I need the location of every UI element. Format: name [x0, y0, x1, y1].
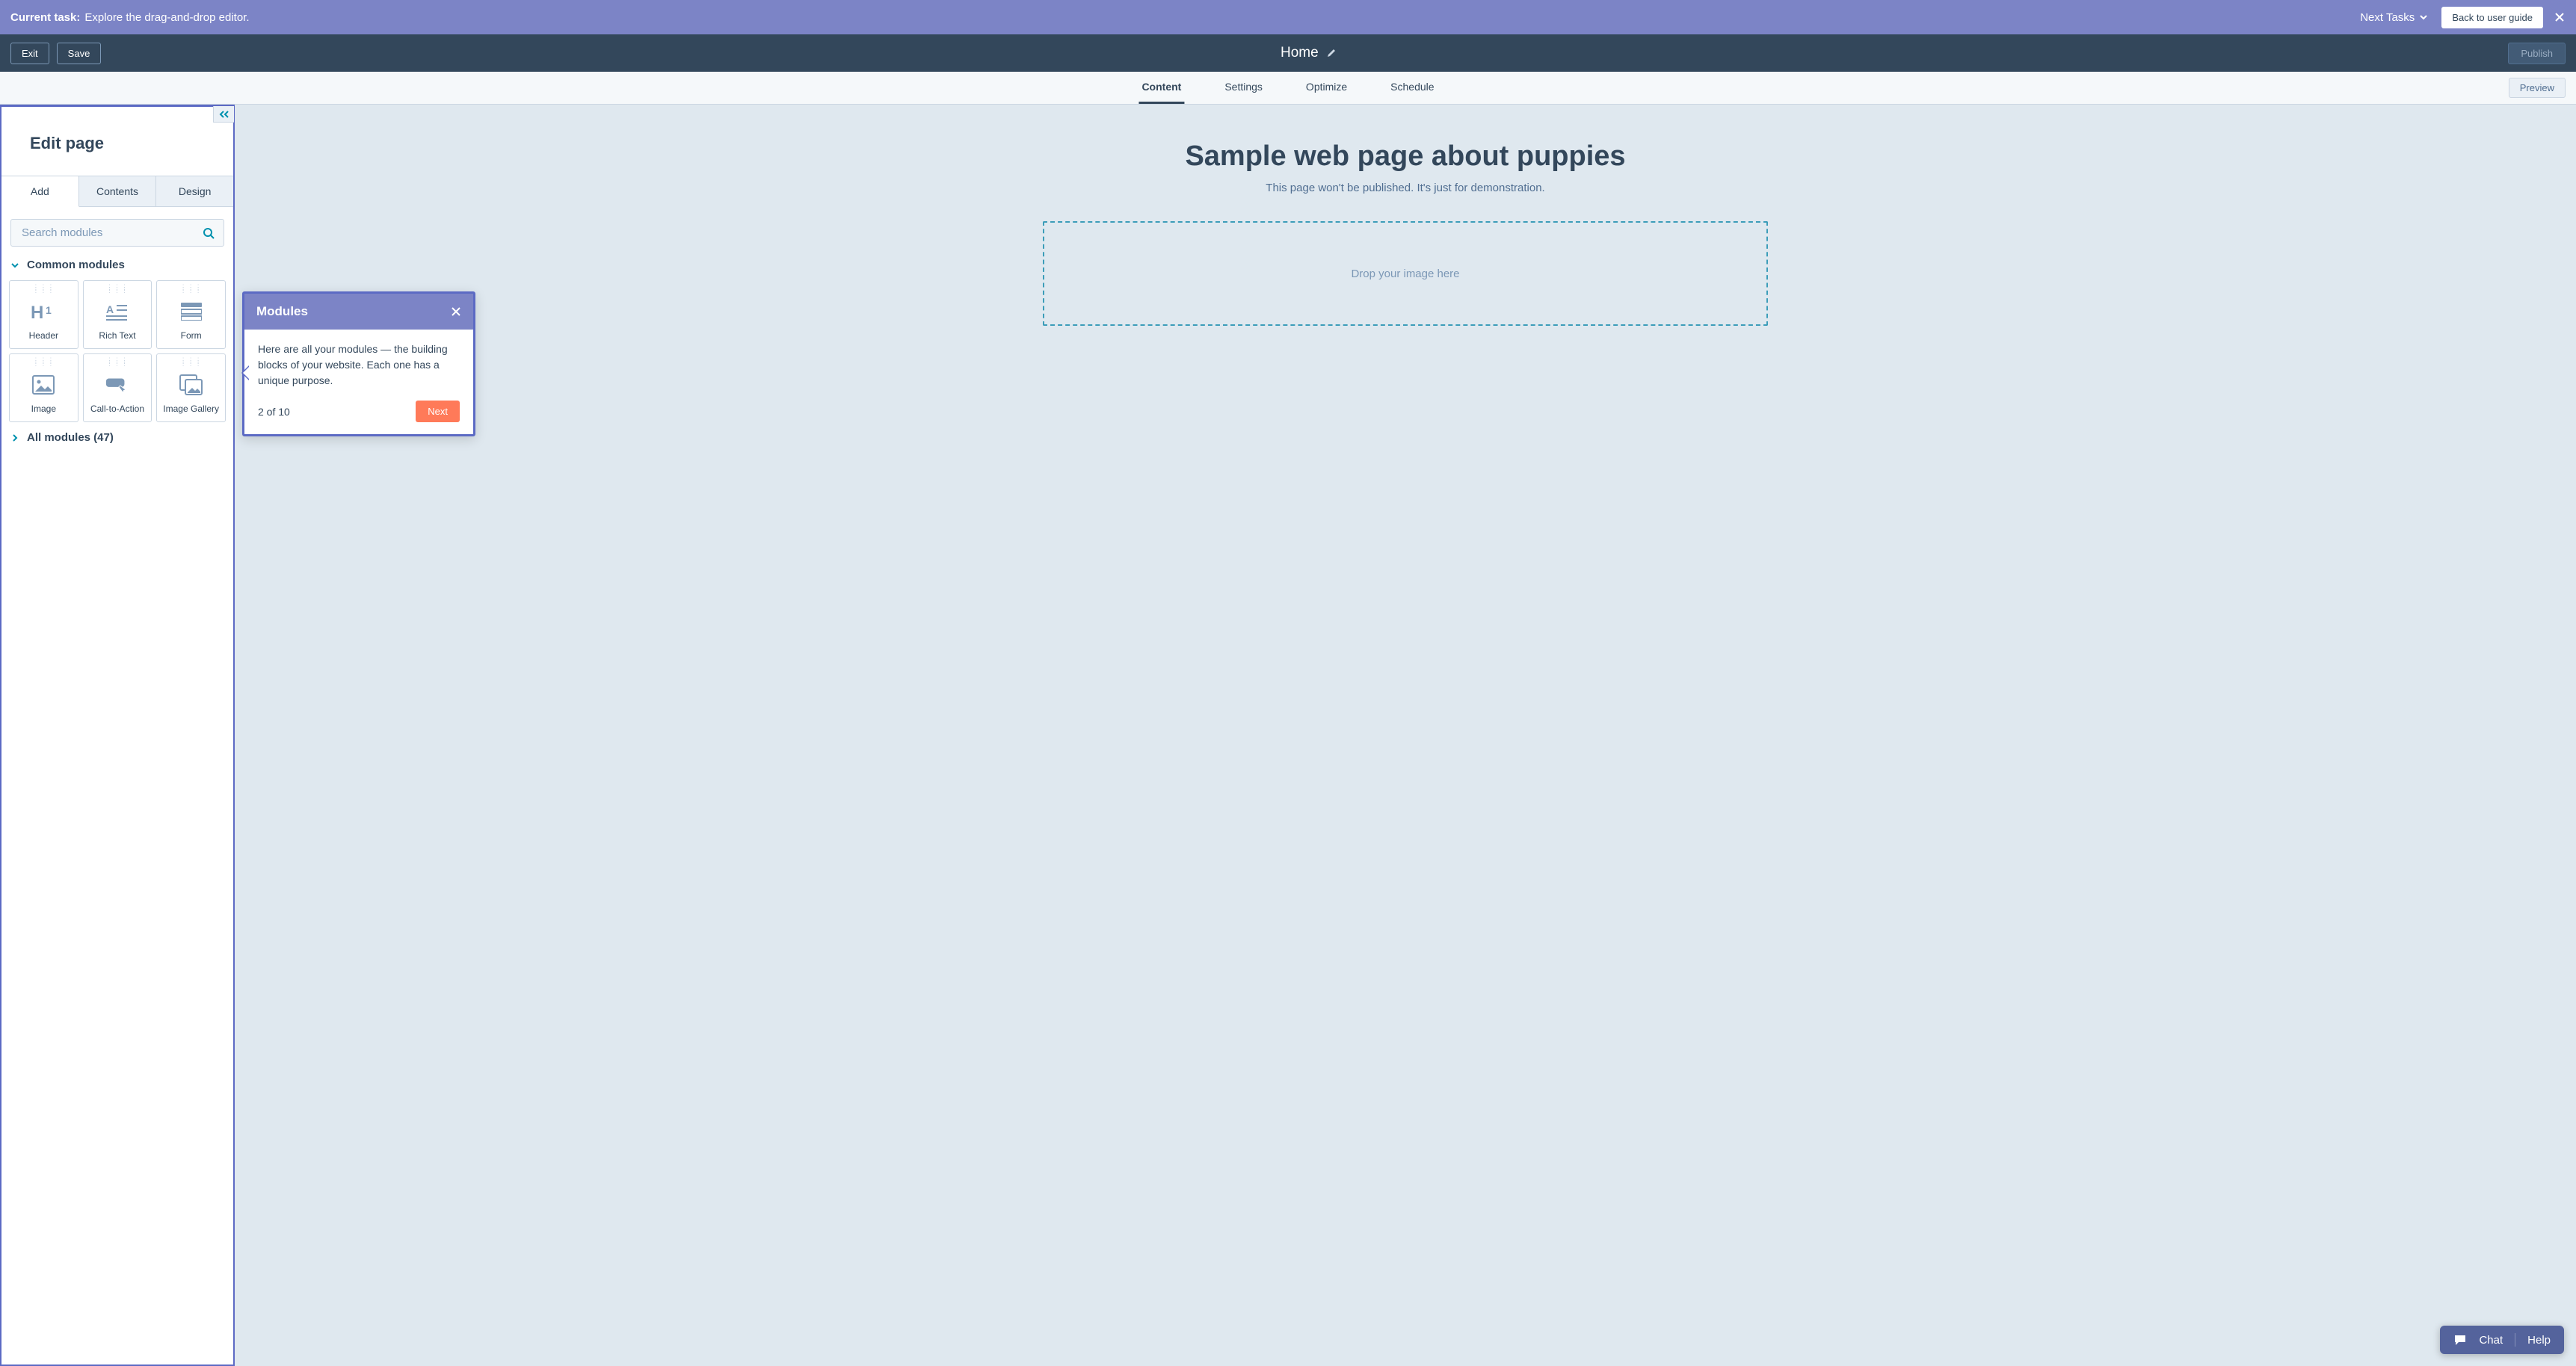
module-form[interactable]: ⋮⋮⋮⋮⋮⋮ Form: [156, 280, 226, 349]
cta-icon: [105, 372, 130, 398]
gallery-icon: [179, 372, 204, 398]
sidebar: Edit page Add Contents Design Common mod…: [0, 105, 235, 1366]
preview-button[interactable]: Preview: [2509, 78, 2566, 98]
chevron-down-icon: [2419, 13, 2428, 22]
page-title-wrap: Home: [1281, 45, 1337, 61]
module-label: Image: [31, 404, 56, 414]
publish-button[interactable]: Publish: [2508, 43, 2566, 64]
dropzone-label: Drop your image here: [1351, 268, 1459, 280]
chat-label: Chat: [2479, 1334, 2503, 1347]
common-modules-label: Common modules: [27, 259, 125, 271]
task-label-prefix: Current task:: [10, 11, 80, 24]
all-modules-label: All modules (47): [27, 431, 114, 444]
panel-tab-design[interactable]: Design: [156, 176, 233, 207]
drag-handle-icon: ⋮⋮⋮⋮⋮⋮: [180, 359, 203, 365]
close-taskbar-icon[interactable]: [2554, 11, 2566, 23]
module-gallery[interactable]: ⋮⋮⋮⋮⋮⋮ Image Gallery: [156, 353, 226, 422]
module-rich-text[interactable]: ⋮⋮⋮⋮⋮⋮ A Rich Text: [83, 280, 152, 349]
popover-step: 2 of 10: [258, 406, 290, 418]
popover-next-button[interactable]: Next: [416, 401, 460, 422]
module-cta[interactable]: ⋮⋮⋮⋮⋮⋮ Call-to-Action: [83, 353, 152, 422]
svg-text:A: A: [106, 303, 114, 315]
help-label: Help: [2527, 1334, 2551, 1347]
drag-handle-icon: ⋮⋮⋮⋮⋮⋮: [106, 359, 129, 365]
module-label: Rich Text: [99, 330, 135, 341]
form-icon: [179, 299, 204, 324]
collapse-sidebar-icon[interactable]: [213, 106, 234, 123]
tab-optimize[interactable]: Optimize: [1303, 72, 1350, 104]
sidebar-title: Edit page: [1, 107, 233, 176]
task-bar: Current task: Explore the drag-and-drop …: [0, 0, 2576, 34]
svg-text:H: H: [31, 303, 43, 321]
next-tasks-label: Next Tasks: [2360, 11, 2415, 24]
editor-tab-row: Content Settings Optimize Schedule Previ…: [0, 72, 2576, 105]
image-icon: [31, 372, 56, 398]
drag-handle-icon: ⋮⋮⋮⋮⋮⋮: [106, 285, 129, 291]
header-icon: H1: [31, 299, 56, 324]
tab-content[interactable]: Content: [1138, 72, 1184, 104]
page-title: Home: [1281, 45, 1319, 61]
exit-button[interactable]: Exit: [10, 43, 49, 64]
tab-settings[interactable]: Settings: [1221, 72, 1266, 104]
back-to-guide-button[interactable]: Back to user guide: [2441, 7, 2543, 28]
module-image[interactable]: ⋮⋮⋮⋮⋮⋮ Image: [9, 353, 78, 422]
editor-header: Exit Save Home Publish: [0, 34, 2576, 72]
popover-body: Here are all your modules — the building…: [244, 330, 473, 401]
panel-tab-add[interactable]: Add: [1, 176, 79, 207]
common-modules-header[interactable]: Common modules: [1, 253, 233, 277]
drag-handle-icon: ⋮⋮⋮⋮⋮⋮: [180, 285, 203, 291]
svg-text:1: 1: [46, 304, 52, 316]
task-description: Explore the drag-and-drop editor.: [84, 11, 249, 24]
rich-text-icon: A: [105, 299, 130, 324]
module-label: Image Gallery: [163, 404, 219, 414]
tab-schedule[interactable]: Schedule: [1387, 72, 1437, 104]
drag-handle-icon: ⋮⋮⋮⋮⋮⋮: [32, 359, 55, 365]
canvas: Sample web page about puppies This page …: [235, 105, 2576, 1366]
popover-title: Modules: [256, 304, 308, 319]
module-label: Header: [29, 330, 58, 341]
help-widget[interactable]: Chat Help: [2440, 1326, 2564, 1354]
next-tasks-dropdown[interactable]: Next Tasks: [2360, 11, 2428, 24]
save-button[interactable]: Save: [57, 43, 102, 64]
search-icon[interactable]: [203, 227, 215, 239]
module-label: Call-to-Action: [90, 404, 144, 414]
chevron-down-icon: [10, 261, 19, 270]
canvas-subtitle: This page won't be published. It's just …: [280, 182, 2531, 194]
image-dropzone[interactable]: Drop your image here: [1043, 221, 1768, 326]
search-modules-box[interactable]: [10, 219, 224, 247]
close-popover-icon[interactable]: [451, 306, 461, 317]
canvas-heading: Sample web page about puppies: [280, 140, 2531, 173]
chevron-right-icon: [10, 433, 19, 442]
panel-tab-contents[interactable]: Contents: [79, 176, 157, 207]
module-header[interactable]: ⋮⋮⋮⋮⋮⋮ H1 Header: [9, 280, 78, 349]
chat-icon: [2453, 1334, 2467, 1346]
drag-handle-icon: ⋮⋮⋮⋮⋮⋮: [32, 285, 55, 291]
module-label: Form: [181, 330, 202, 341]
tour-popover: Modules Here are all your modules — the …: [242, 291, 475, 436]
edit-title-icon[interactable]: [1326, 48, 1337, 58]
all-modules-header[interactable]: All modules (47): [1, 425, 233, 450]
search-input[interactable]: [20, 226, 203, 240]
